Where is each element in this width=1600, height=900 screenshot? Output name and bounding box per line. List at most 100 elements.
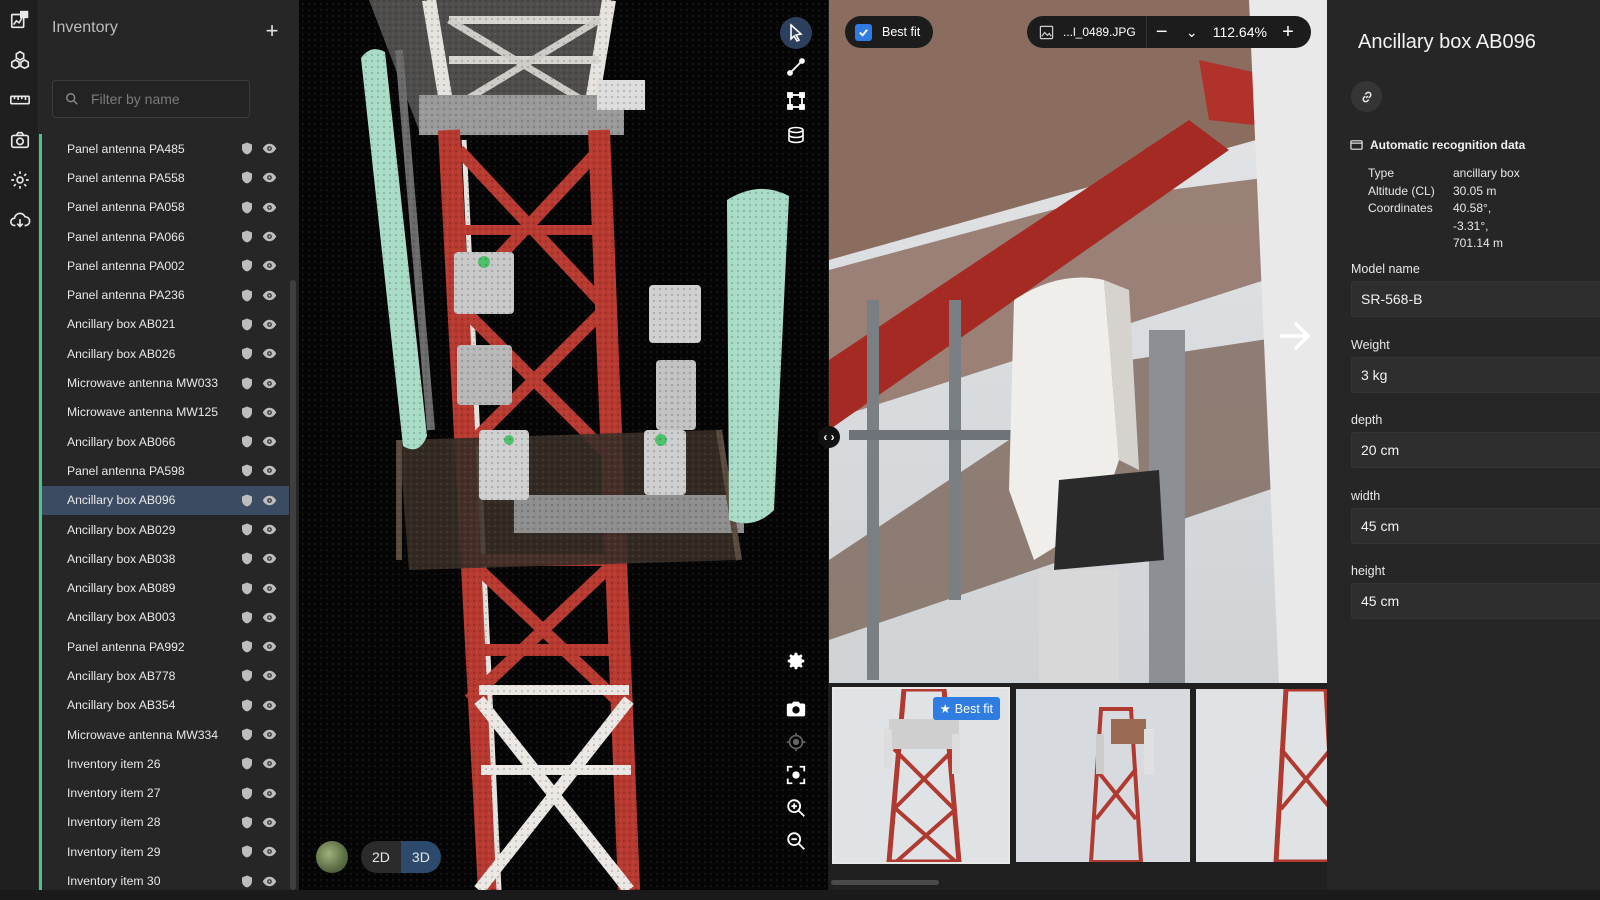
inventory-row[interactable]: Panel antenna PA066 xyxy=(39,221,289,252)
inventory-row[interactable]: Ancillary box AB003 xyxy=(39,602,289,633)
shield-icon[interactable] xyxy=(241,435,253,448)
photo-thumbnail[interactable] xyxy=(1016,689,1190,862)
panel-splitter-handle[interactable]: ‹ › xyxy=(818,426,840,448)
inventory-row[interactable]: Inventory item 30 xyxy=(39,866,289,890)
eye-icon[interactable] xyxy=(262,876,277,887)
eye-icon[interactable] xyxy=(262,758,277,769)
shield-icon[interactable] xyxy=(241,699,253,712)
eye-icon[interactable] xyxy=(262,641,277,652)
inventory-row[interactable]: Ancillary box AB089 xyxy=(39,573,289,603)
shield-icon[interactable] xyxy=(241,669,253,682)
eye-icon[interactable] xyxy=(262,553,277,564)
analytics-icon[interactable] xyxy=(7,7,33,33)
photo-thumbnail[interactable] xyxy=(1196,689,1327,862)
cloud-download-icon[interactable] xyxy=(7,207,33,233)
shield-icon[interactable] xyxy=(241,787,253,800)
inventory-row[interactable]: Inventory item 29 xyxy=(39,837,289,867)
line-measure-tool[interactable] xyxy=(780,51,812,83)
inventory-row[interactable]: Panel antenna PA002 xyxy=(39,251,289,281)
shield-icon[interactable] xyxy=(241,318,253,331)
inventory-row[interactable]: Inventory item 28 xyxy=(39,807,289,838)
locate-button[interactable] xyxy=(780,726,812,758)
best-fit-toggle[interactable]: Best fit xyxy=(845,16,934,48)
eye-icon[interactable] xyxy=(262,700,277,711)
photo-viewer[interactable]: Best fit ...l_0489.JPG − ⌄ 112.64% + xyxy=(829,0,1327,683)
shield-icon[interactable] xyxy=(241,552,253,565)
eye-icon[interactable] xyxy=(262,202,277,213)
eye-icon[interactable] xyxy=(262,817,277,828)
shield-icon[interactable] xyxy=(241,757,253,770)
shield-icon[interactable] xyxy=(241,816,253,829)
field-input[interactable]: SR-568-B xyxy=(1351,281,1600,317)
inventory-row[interactable]: Ancillary box AB029 xyxy=(39,514,289,545)
inventory-row[interactable]: Ancillary box AB354 xyxy=(39,690,289,720)
shield-icon[interactable] xyxy=(241,201,253,214)
eye-icon[interactable] xyxy=(262,378,277,389)
thumbnail-scrollbar[interactable] xyxy=(831,880,939,885)
shield-icon[interactable] xyxy=(241,582,253,595)
field-input[interactable]: 20 cm xyxy=(1351,432,1600,468)
eye-icon[interactable] xyxy=(262,290,277,301)
filter-field[interactable] xyxy=(52,80,250,118)
photo-thumbnail[interactable]: ★ Best fit xyxy=(832,687,1010,864)
eye-icon[interactable] xyxy=(262,143,277,154)
eye-icon[interactable] xyxy=(262,612,277,623)
inventory-row[interactable]: Ancillary box AB096 xyxy=(39,485,289,515)
eye-icon[interactable] xyxy=(262,319,277,330)
point-cloud-viewer[interactable]: 2D 3D xyxy=(299,0,828,890)
zoom-out-button[interactable]: − xyxy=(1147,16,1177,48)
inventory-row[interactable]: Inventory item 26 xyxy=(39,749,289,779)
add-item-button[interactable]: + xyxy=(263,20,281,42)
file-name-chip[interactable]: ...l_0489.JPG xyxy=(1035,16,1147,48)
filter-input[interactable] xyxy=(91,91,241,107)
eye-icon[interactable] xyxy=(262,231,277,242)
screenshot-button[interactable] xyxy=(780,693,812,725)
shield-icon[interactable] xyxy=(241,494,253,507)
eye-icon[interactable] xyxy=(262,407,277,418)
components-icon[interactable] xyxy=(7,47,33,73)
next-photo-button[interactable] xyxy=(1275,316,1315,356)
inventory-row[interactable]: Ancillary box AB778 xyxy=(39,661,289,691)
inventory-row[interactable]: Ancillary box AB066 xyxy=(39,426,289,457)
inventory-row[interactable]: Ancillary box AB038 xyxy=(39,544,289,574)
eye-icon[interactable] xyxy=(262,729,277,740)
inventory-scrollbar[interactable] xyxy=(290,280,296,890)
shield-icon[interactable] xyxy=(241,640,253,653)
shield-icon[interactable] xyxy=(241,142,253,155)
shield-icon[interactable] xyxy=(241,845,253,858)
area-measure-tool[interactable] xyxy=(780,85,812,117)
eye-icon[interactable] xyxy=(262,846,277,857)
zoom-out-button[interactable] xyxy=(780,825,812,857)
eye-icon[interactable] xyxy=(262,465,277,476)
best-fit-checkbox[interactable] xyxy=(855,23,872,41)
shield-icon[interactable] xyxy=(241,406,253,419)
shield-icon[interactable] xyxy=(241,464,253,477)
eye-icon[interactable] xyxy=(262,172,277,183)
basemap-thumbnail[interactable] xyxy=(316,841,348,873)
volume-measure-tool[interactable] xyxy=(780,119,812,151)
inventory-row[interactable]: Microwave antenna MW125 xyxy=(39,397,289,427)
eye-icon[interactable] xyxy=(262,670,277,681)
inventory-row[interactable]: Microwave antenna MW033 xyxy=(39,368,289,398)
mode-3d-button[interactable]: 3D xyxy=(400,841,441,873)
inventory-row[interactable]: Panel antenna PA598 xyxy=(39,456,289,486)
shield-icon[interactable] xyxy=(241,259,253,272)
measure-icon[interactable] xyxy=(7,87,33,113)
eye-icon[interactable] xyxy=(262,495,277,506)
inventory-row[interactable]: Panel antenna PA992 xyxy=(39,632,289,662)
focus-button[interactable] xyxy=(780,759,812,791)
shield-icon[interactable] xyxy=(241,611,253,624)
zoom-dropdown-button[interactable]: ⌄ xyxy=(1177,16,1207,48)
shield-icon[interactable] xyxy=(241,875,253,888)
shield-icon[interactable] xyxy=(241,347,253,360)
inventory-row[interactable]: Panel antenna PA485 xyxy=(39,134,289,164)
shield-icon[interactable] xyxy=(241,289,253,302)
shield-icon[interactable] xyxy=(241,728,253,741)
inventory-row[interactable]: Panel antenna PA558 xyxy=(39,163,289,193)
shield-icon[interactable] xyxy=(241,171,253,184)
shield-icon[interactable] xyxy=(241,230,253,243)
inventory-row[interactable]: Ancillary box AB021 xyxy=(39,309,289,340)
settings-icon[interactable] xyxy=(7,167,33,193)
inventory-row[interactable]: Ancillary box AB026 xyxy=(39,339,289,369)
eye-icon[interactable] xyxy=(262,788,277,799)
